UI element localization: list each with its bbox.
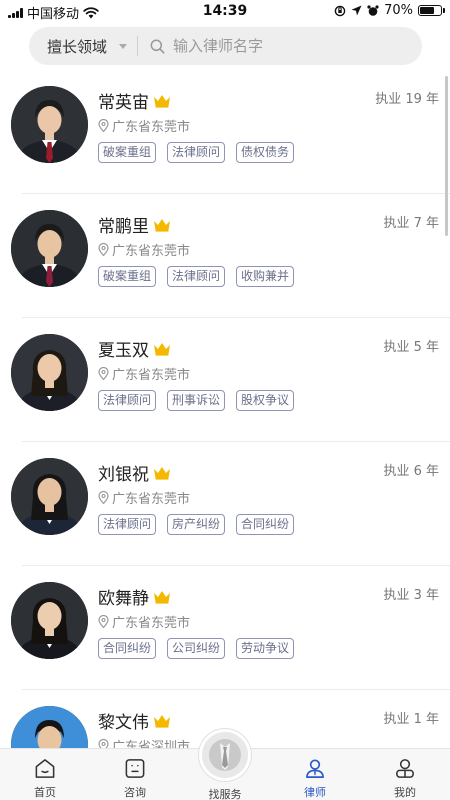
crown-icon [154,218,170,232]
practice-area-tags: 法律顾问 房产纠纷 合同纠纷 [98,514,295,535]
tab-mine[interactable]: 我的 [360,749,450,800]
practice-years: 执业 6 年 [383,464,439,479]
lawyer-name: 常英宙 [98,93,149,113]
battery-icon [418,5,445,16]
tab-find-service[interactable]: 找服务 [180,729,270,800]
practice-area-tag: 收购兼并 [236,266,295,287]
practice-area-tag: 合同纠纷 [236,514,295,535]
practice-area-tag: 债权债务 [236,142,295,163]
lawyer-list-item[interactable]: 常鹏里 执业 7 年 广东省东莞市 破案重组 法律顾问 收购兼并 [11,194,450,318]
lawyer-avatar [11,334,88,411]
location-arrow-icon [351,5,362,16]
search-icon [150,39,165,54]
lawyer-icon [306,759,324,778]
crown-icon [154,342,170,356]
home-icon [35,759,55,778]
lawyer-name: 黎文伟 [98,713,149,733]
lawyer-name: 欧舞静 [98,589,149,609]
practice-area-tag: 合同纠纷 [98,638,157,659]
practice-area-tag: 法律顾问 [167,266,226,287]
lawyer-list-item[interactable]: 常英宙 执业 19 年 广东省东莞市 破案重组 法律顾问 债权债务 [11,70,450,194]
lawyer-name: 常鹏里 [98,217,149,237]
tab-home[interactable]: 首页 [0,749,90,800]
alarm-icon [367,4,379,16]
lawyer-location: 广东省东莞市 [112,368,191,383]
lawyer-location: 广东省东莞市 [112,492,191,507]
battery-percent: 70% [384,3,413,18]
practice-area-tags: 破案重组 法律顾问 债权债务 [98,142,295,163]
lawyer-name: 夏玉双 [98,341,149,361]
crown-icon [154,590,170,604]
tab-consult-label: 咨询 [124,786,146,799]
lawyer-location: 广东省东莞市 [112,244,191,259]
practice-area-tag: 刑事诉讼 [167,390,226,411]
field-select-label: 擅长领域 [47,37,108,56]
crown-icon [154,714,170,728]
practice-years: 执业 19 年 [375,92,439,107]
orientation-lock-icon [334,5,346,16]
crown-icon [154,466,170,480]
tab-consult[interactable]: 咨询 [90,749,180,800]
location-pin-icon [98,243,109,256]
tab-mine-label: 我的 [394,786,416,799]
location-pin-icon [98,119,109,132]
tie-icon [209,739,241,771]
location-pin-icon [98,491,109,504]
lawyer-location: 广东省东莞市 [112,120,191,135]
location-pin-icon [98,367,109,380]
tab-find-service-label: 找服务 [208,788,242,800]
practice-years: 执业 7 年 [383,216,439,231]
practice-area-tags: 法律顾问 刑事诉讼 股权争议 [98,390,295,411]
lawyer-location: 广东省东莞市 [112,616,191,631]
lawyer-list-item[interactable]: 夏玉双 执业 5 年 广东省东莞市 法律顾问 刑事诉讼 股权争议 [11,318,450,442]
field-select-dropdown[interactable]: 擅长领域 [29,36,137,57]
crown-icon [154,94,170,108]
practice-years: 执业 1 年 [383,712,439,727]
chat-icon [125,759,145,778]
chevron-down-icon [119,43,128,49]
scroll-indicator [445,76,448,236]
tab-home-label: 首页 [34,786,56,799]
lawyer-list-item[interactable]: 刘银祝 执业 6 年 广东省东莞市 法律顾问 房产纠纷 合同纠纷 [11,442,450,566]
user-profile-icon [396,759,414,778]
practice-years: 执业 5 年 [383,340,439,355]
practice-area-tag: 破案重组 [98,266,157,287]
lawyer-avatar [11,582,88,659]
practice-area-tag: 公司纠纷 [167,638,226,659]
lawyer-avatar [11,86,88,163]
lawyer-avatar [11,458,88,535]
search-bar: 擅长领域 [29,27,422,65]
practice-area-tags: 合同纠纷 公司纠纷 劳动争议 [98,638,295,659]
find-service-button[interactable] [199,729,251,781]
status-bar: 中国移动 14:39 70% [0,0,450,24]
tab-lawyer[interactable]: 律师 [270,749,360,800]
practice-years: 执业 3 年 [383,588,439,603]
practice-area-tag: 法律顾问 [98,390,157,411]
practice-area-tag: 股权争议 [236,390,295,411]
practice-area-tag: 法律顾问 [98,514,157,535]
practice-area-tag: 法律顾问 [167,142,226,163]
location-pin-icon [98,615,109,628]
lawyer-avatar [11,210,88,287]
practice-area-tags: 破案重组 法律顾问 收购兼并 [98,266,295,287]
bottom-tab-bar: 首页 咨询 找服务 律师 我的 [0,729,450,800]
lawyer-list-item[interactable]: 欧舞静 执业 3 年 广东省东莞市 合同纠纷 公司纠纷 劳动争议 [11,566,450,690]
lawyer-name: 刘银祝 [98,465,149,485]
practice-area-tag: 房产纠纷 [167,514,226,535]
practice-area-tag: 破案重组 [98,142,157,163]
lawyer-list: 常英宙 执业 19 年 广东省东莞市 破案重组 法律顾问 债权债务 常鹏里 执业… [0,70,450,800]
tab-lawyer-label: 律师 [304,786,326,799]
lawyer-name-search-input[interactable] [173,37,373,55]
practice-area-tag: 劳动争议 [236,638,295,659]
